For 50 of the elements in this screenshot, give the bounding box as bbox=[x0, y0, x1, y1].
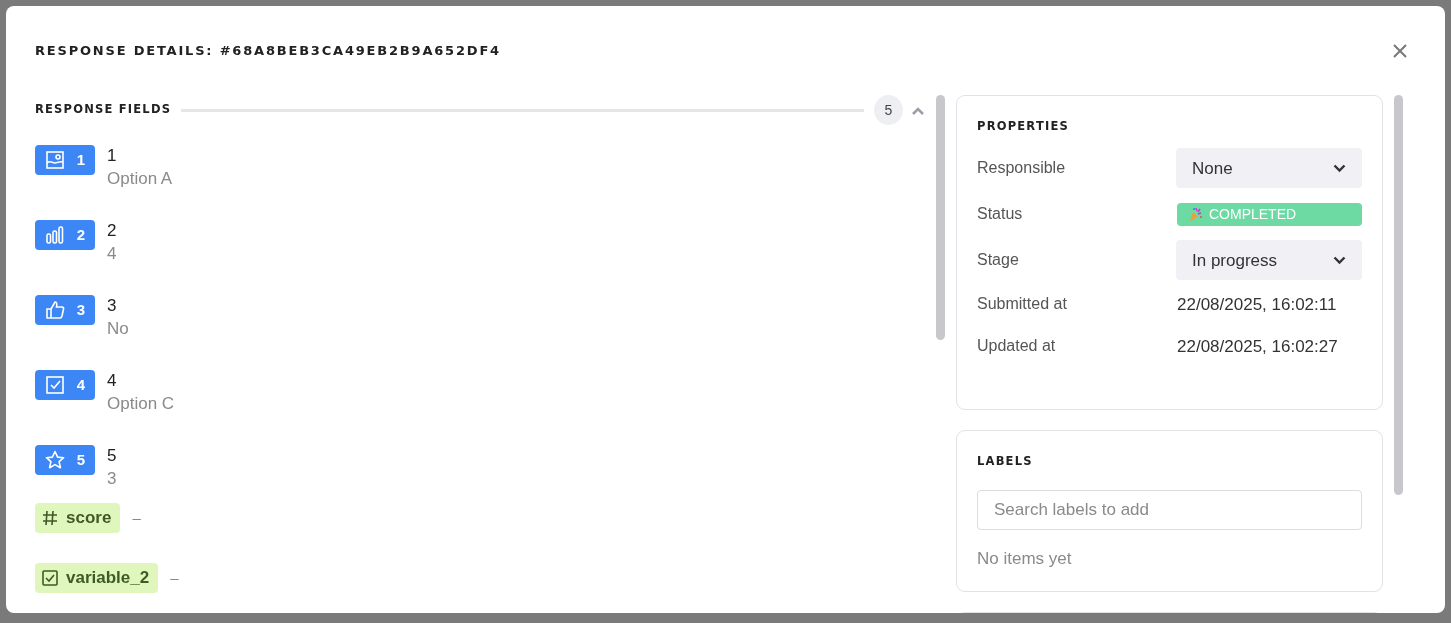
property-value: 22/08/2025, 16:02:27 bbox=[1177, 335, 1339, 358]
property-label: Stage bbox=[977, 250, 1019, 271]
search-field[interactable]: Search labels to add bbox=[977, 490, 1362, 531]
field-number: 1 bbox=[76, 149, 86, 170]
property-label: Status bbox=[977, 204, 1023, 225]
scrollbar[interactable] bbox=[936, 95, 945, 340]
property-label: Submitted at bbox=[977, 294, 1067, 315]
status-badge: COMPLETED bbox=[1177, 202, 1362, 226]
section-title: RESPONSE FIELDS bbox=[35, 101, 172, 119]
field-number: 2 bbox=[76, 224, 86, 245]
field-number: 3 bbox=[76, 299, 86, 320]
select-dropdown[interactable]: In progress bbox=[1176, 240, 1362, 281]
field-value: No bbox=[107, 318, 129, 340]
field-title: 2 bbox=[107, 220, 117, 242]
variable-name: score bbox=[66, 507, 112, 530]
checkbox-icon bbox=[41, 569, 59, 587]
variable-value: – bbox=[170, 567, 179, 588]
card-title: PROPERTIES bbox=[977, 118, 1070, 135]
field-number: 4 bbox=[76, 374, 86, 395]
field-title: 5 bbox=[107, 445, 117, 467]
scrollbar[interactable] bbox=[1393, 95, 1403, 495]
card-title: LABELS bbox=[977, 453, 1034, 470]
bar-chart-icon bbox=[44, 225, 65, 245]
variable-name: variable_2 bbox=[66, 567, 150, 590]
party-popper-icon bbox=[1189, 206, 1203, 223]
property-label: Responsible bbox=[977, 158, 1066, 179]
checkbox-icon bbox=[44, 375, 65, 395]
image-icon bbox=[44, 150, 65, 170]
field-value: 4 bbox=[107, 243, 117, 265]
star-icon bbox=[44, 450, 65, 470]
close-icon[interactable] bbox=[1393, 44, 1407, 58]
chevron-down-icon bbox=[1333, 163, 1346, 173]
thumbs-up-icon bbox=[44, 300, 65, 320]
variable-value: – bbox=[132, 507, 141, 528]
field-value: 3 bbox=[107, 468, 117, 490]
count-badge: 5 bbox=[874, 95, 903, 125]
field-value: Option A bbox=[107, 168, 173, 190]
modal-title: RESPONSE DETAILS: #68A8BEB3CA49EB2B9A652DF4 bbox=[35, 42, 501, 61]
property-value: 22/08/2025, 16:02:11 bbox=[1177, 293, 1338, 316]
chevron-down-icon bbox=[1333, 255, 1346, 265]
field-number: 5 bbox=[76, 449, 86, 470]
chevron-up-icon[interactable] bbox=[911, 105, 925, 116]
hash-icon bbox=[41, 509, 59, 527]
select-dropdown[interactable]: None bbox=[1176, 148, 1362, 189]
field-value: Option C bbox=[107, 393, 175, 415]
empty-message: No items yet bbox=[977, 548, 1073, 571]
field-title: 1 bbox=[107, 145, 118, 167]
field-title: 4 bbox=[107, 370, 118, 392]
field-title: 3 bbox=[107, 295, 118, 317]
property-label: Updated at bbox=[977, 336, 1056, 357]
